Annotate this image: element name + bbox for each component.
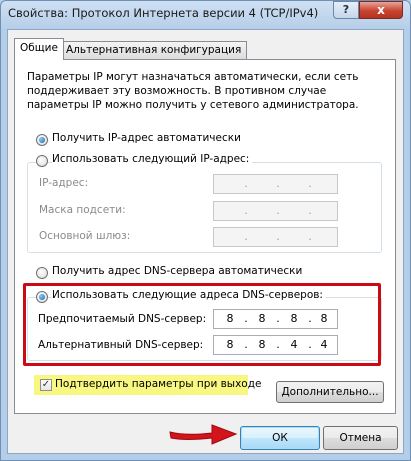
ip-address-label: IP-адрес:	[39, 177, 89, 189]
default-gateway-input[interactable]: . . .	[213, 227, 338, 247]
cancel-button[interactable]: Отмена	[323, 426, 398, 450]
radio-dns-auto[interactable]	[36, 267, 48, 279]
radio-ip-manual[interactable]	[36, 155, 48, 167]
validate-label[interactable]: Подтвердить параметры при выходе	[55, 378, 261, 390]
window-title: Свойства: Протокол Интернета версии 4 (T…	[8, 6, 319, 20]
advanced-button[interactable]: Дополнительно...	[276, 381, 384, 403]
tab-general[interactable]: Общие	[14, 38, 64, 60]
radio-ip-auto-label[interactable]: Получить IP-адрес автоматически	[52, 132, 241, 144]
subnet-mask-label: Маска подсети:	[39, 204, 126, 216]
radio-dns-auto-label[interactable]: Получить адрес DNS-сервера автоматически	[52, 265, 302, 277]
dns-highlight-box	[23, 283, 381, 366]
close-button[interactable]: x	[359, 1, 403, 19]
subnet-mask-input[interactable]: . . .	[213, 201, 338, 221]
red-arrow-icon	[169, 424, 238, 445]
description-text: Параметры IP могут назначаться автоматич…	[27, 71, 359, 111]
help-button[interactable]: ?	[333, 1, 359, 19]
ip-address-input[interactable]: . . .	[213, 174, 338, 194]
validate-checkbox[interactable]: ✓	[40, 379, 52, 391]
default-gateway-label: Основной шлюз:	[39, 230, 131, 242]
radio-ip-manual-label[interactable]: Использовать следующий IP-адрес:	[52, 153, 253, 165]
ok-button[interactable]: ОК	[240, 426, 320, 450]
radio-ip-auto[interactable]	[36, 134, 48, 146]
tab-alternate-config[interactable]: Альтернативная конфигурация	[60, 41, 248, 59]
